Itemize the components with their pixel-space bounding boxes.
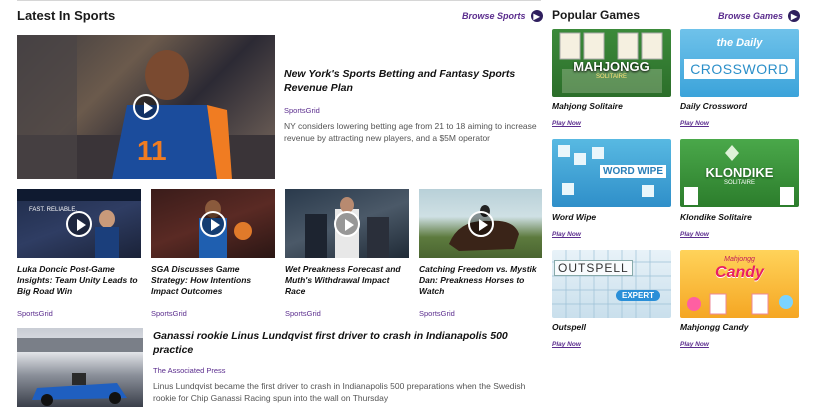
klondike-art-sub: SOLITAIRE	[724, 180, 755, 186]
svg-text:11: 11	[137, 135, 167, 166]
game-name-word-wipe[interactable]: Word Wipe	[552, 212, 596, 222]
featured-video-thumbnail[interactable]: 11	[17, 35, 275, 179]
sports-divider	[17, 0, 541, 1]
card-thumbnail-1[interactable]: FAST. RELIABLE.	[17, 189, 141, 258]
card-headline-4[interactable]: Catching Freedom vs. Mystik Dan: Preakne…	[419, 264, 545, 297]
klondike-art-title: KLONDIKE	[705, 165, 774, 180]
browse-games-link[interactable]: Browse Games ▶	[718, 10, 801, 22]
game-image-word-wipe[interactable]: WORD WIPE	[552, 139, 671, 207]
bottom-story-thumbnail[interactable]	[17, 328, 143, 407]
candy-art-title: Candy	[715, 264, 764, 281]
bottom-story-source[interactable]: The Associated Press	[153, 366, 226, 375]
game-image-mahjong-solitaire[interactable]: MAHJONGG SOLITAIRE	[552, 29, 671, 97]
play-icon	[334, 210, 360, 237]
card-headline-2[interactable]: SGA Discusses Game Strategy: How Intenti…	[151, 264, 277, 297]
mahjong-art-title: MAHJONGG	[573, 59, 650, 74]
card-source-3[interactable]: SportsGrid	[285, 309, 321, 318]
card-thumbnail-3[interactable]	[285, 189, 409, 258]
play-now-daily-crossword[interactable]: Play Now	[680, 120, 709, 127]
card-source-2[interactable]: SportsGrid	[151, 309, 187, 318]
games-section-title: Popular Games	[552, 8, 641, 22]
play-now-mahjong-solitaire[interactable]: Play Now	[552, 120, 581, 127]
game-name-outspell[interactable]: Outspell	[552, 322, 586, 332]
browse-games-label: Browse Games	[718, 11, 784, 21]
bottom-story-description: Linus Lundqvist became the first driver …	[153, 381, 526, 404]
play-now-mahjongg-candy[interactable]: Play Now	[680, 341, 709, 348]
play-icon	[467, 210, 494, 237]
card-source-4[interactable]: SportsGrid	[419, 309, 455, 318]
featured-headline[interactable]: New York's Sports Betting and Fantasy Sp…	[284, 68, 534, 95]
crossword-art-title: CROSSWORD	[684, 59, 795, 79]
mahjong-art-sub: SOLITAIRE	[596, 74, 627, 80]
play-icon	[66, 210, 92, 237]
play-now-outspell[interactable]: Play Now	[552, 341, 581, 348]
play-now-word-wipe[interactable]: Play Now	[552, 231, 581, 238]
card-thumbnail-4[interactable]	[419, 189, 542, 258]
card-source-1[interactable]: SportsGrid	[17, 309, 53, 318]
sports-section-title: Latest In Sports	[17, 8, 116, 23]
game-name-daily-crossword[interactable]: Daily Crossword	[680, 101, 747, 111]
play-now-klondike-solitaire[interactable]: Play Now	[680, 231, 709, 238]
game-image-outspell[interactable]: OUTSPELL EXPERT	[552, 250, 671, 318]
game-name-mahjong-solitaire[interactable]: Mahjong Solitaire	[552, 101, 623, 111]
outspell-art-sub: EXPERT	[616, 290, 661, 301]
chevron-right-icon: ▶	[530, 10, 543, 22]
race-car-image	[17, 338, 143, 406]
play-icon	[200, 210, 226, 237]
play-icon	[133, 94, 159, 120]
outspell-art-title: OUTSPELL	[554, 260, 633, 276]
card-headline-3[interactable]: Wet Preakness Forecast and Muth's Withdr…	[285, 264, 411, 297]
browse-sports-link[interactable]: Browse Sports ▶	[462, 10, 543, 22]
svg-text:FAST. RELIABLE.: FAST. RELIABLE.	[29, 207, 77, 213]
browse-sports-label: Browse Sports	[462, 11, 526, 21]
bottom-story-headline[interactable]: Ganassi rookie Linus Lundqvist first dri…	[153, 330, 538, 357]
card-thumbnail-2[interactable]	[151, 189, 275, 258]
game-image-klondike-solitaire[interactable]: KLONDIKE SOLITAIRE	[680, 139, 799, 207]
word-wipe-art-title: WORD WIPE	[600, 165, 666, 178]
game-name-mahjongg-candy[interactable]: Mahjongg Candy	[680, 322, 748, 332]
featured-description: NY considers lowering betting age from 2…	[284, 121, 537, 144]
game-name-klondike-solitaire[interactable]: Klondike Solitaire	[680, 212, 752, 222]
card-headline-1[interactable]: Luka Doncic Post-Game Insights: Team Uni…	[17, 264, 143, 297]
game-image-daily-crossword[interactable]: the Daily CROSSWORD	[680, 29, 799, 97]
game-image-mahjongg-candy[interactable]: Mahjongg Candy	[680, 250, 799, 318]
featured-source[interactable]: SportsGrid	[284, 106, 320, 115]
crossword-art-sub: the Daily	[716, 37, 763, 49]
candy-art-sub: Mahjongg	[724, 256, 755, 263]
chevron-right-icon: ▶	[788, 10, 801, 22]
